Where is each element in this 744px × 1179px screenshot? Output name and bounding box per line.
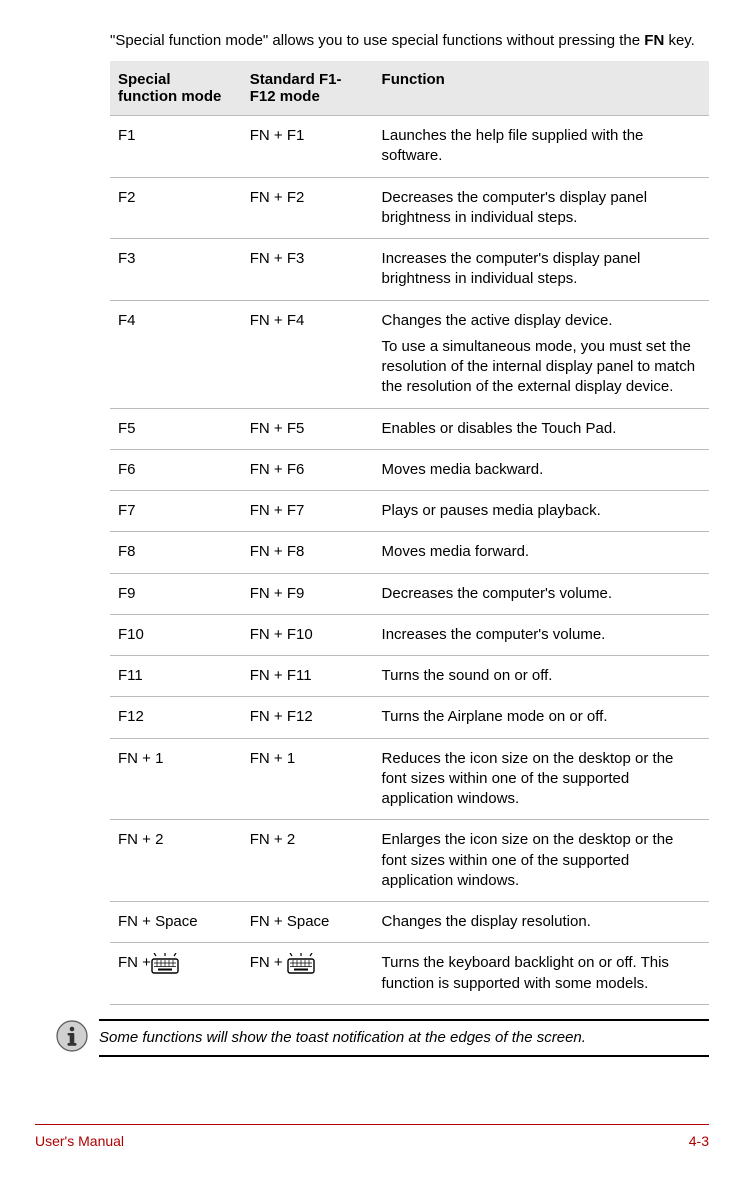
cell-special-mode: FN + 2 <box>110 820 242 902</box>
table-row: F3FN + F3Increases the computer's displa… <box>110 239 709 301</box>
cell-standard-mode: FN + F2 <box>242 177 374 239</box>
cell-standard-mode: FN + F7 <box>242 491 374 532</box>
cell-special-mode: F11 <box>110 656 242 697</box>
cell-standard-mode: FN + F12 <box>242 697 374 738</box>
table-row: FN +FN + Turns the keyboard backlight on… <box>110 943 709 1005</box>
cell-standard-mode: FN + Space <box>242 902 374 943</box>
keyboard-backlight-icon <box>151 953 179 973</box>
cell-special-mode: F5 <box>110 408 242 449</box>
cell-standard-mode: FN + F1 <box>242 116 374 178</box>
table-row: FN + 2FN + 2Enlarges the icon size on th… <box>110 820 709 902</box>
cell-function-extra: To use a simultaneous mode, you must set… <box>382 337 701 398</box>
cell-special-mode: FN + Space <box>110 902 242 943</box>
cell-standard-mode: FN + F4 <box>242 300 374 408</box>
cell-special-mode: F4 <box>110 300 242 408</box>
table-row: F11FN + F11Turns the sound on or off. <box>110 656 709 697</box>
cell-function: Reduces the icon size on the desktop or … <box>374 738 709 820</box>
note-text: Some functions will show the toast notif… <box>99 1019 709 1057</box>
table-row: F6FN + F6Moves media backward. <box>110 449 709 490</box>
cell-standard-mode: FN + F6 <box>242 449 374 490</box>
cell-special-mode: F3 <box>110 239 242 301</box>
cell-standard-mode: FN + F5 <box>242 408 374 449</box>
header-col3: Function <box>374 61 709 116</box>
footer-left: User's Manual <box>35 1133 124 1149</box>
cell-special-mode: FN + <box>110 943 242 1005</box>
cell-function: Launches the help file supplied with the… <box>374 116 709 178</box>
intro-part2: key. <box>664 32 695 49</box>
cell-standard-mode: FN + F10 <box>242 614 374 655</box>
cell-function: Enables or disables the Touch Pad. <box>374 408 709 449</box>
cell-standard-mode: FN + <box>242 943 374 1005</box>
cell-special-mode: F7 <box>110 491 242 532</box>
cell-function: Enlarges the icon size on the desktop or… <box>374 820 709 902</box>
cell-standard-mode: FN + F11 <box>242 656 374 697</box>
cell-function: Increases the computer's display panel b… <box>374 239 709 301</box>
table-row: F10FN + F10Increases the computer's volu… <box>110 614 709 655</box>
table-row: F4FN + F4Changes the active display devi… <box>110 300 709 408</box>
cell-function: Turns the sound on or off. <box>374 656 709 697</box>
table-row: FN + 1FN + 1Reduces the icon size on the… <box>110 738 709 820</box>
cell-special-mode: F12 <box>110 697 242 738</box>
cell-special-mode: F10 <box>110 614 242 655</box>
keyboard-backlight-icon <box>287 953 315 973</box>
header-col2: Standard F1-F12 mode <box>242 61 374 116</box>
cell-function: Increases the computer's volume. <box>374 614 709 655</box>
table-row: F12FN + F12Turns the Airplane mode on or… <box>110 697 709 738</box>
cell-function: Turns the Airplane mode on or off. <box>374 697 709 738</box>
footer-right: 4-3 <box>689 1133 709 1149</box>
cell-special-mode: F1 <box>110 116 242 178</box>
cell-special-mode: F8 <box>110 532 242 573</box>
header-col1: Special function mode <box>110 61 242 116</box>
cell-special-mode: F2 <box>110 177 242 239</box>
info-icon <box>55 1019 89 1053</box>
cell-function: Moves media backward. <box>374 449 709 490</box>
cell-function: Turns the keyboard backlight on or off. … <box>374 943 709 1005</box>
intro-bold: FN <box>644 32 664 49</box>
cell-special-mode: F9 <box>110 573 242 614</box>
cell-special-mode: F6 <box>110 449 242 490</box>
cell-standard-mode: FN + F8 <box>242 532 374 573</box>
intro-part1: "Special function mode" allows you to us… <box>110 32 644 49</box>
page-footer: User's Manual 4-3 <box>35 1124 709 1149</box>
cell-standard-mode: FN + 2 <box>242 820 374 902</box>
table-row: F1FN + F1Launches the help file supplied… <box>110 116 709 178</box>
table-row: F8FN + F8Moves media forward. <box>110 532 709 573</box>
cell-function: Moves media forward. <box>374 532 709 573</box>
table-row: FN + SpaceFN + SpaceChanges the display … <box>110 902 709 943</box>
note-row: Some functions will show the toast notif… <box>55 1019 709 1057</box>
cell-special-mode: FN + 1 <box>110 738 242 820</box>
cell-function: Changes the active display device.To use… <box>374 300 709 408</box>
cell-function: Decreases the computer's display panel b… <box>374 177 709 239</box>
function-key-table: Special function mode Standard F1-F12 mo… <box>110 61 709 1005</box>
cell-standard-mode: FN + F3 <box>242 239 374 301</box>
cell-function: Changes the display resolution. <box>374 902 709 943</box>
table-row: F5FN + F5Enables or disables the Touch P… <box>110 408 709 449</box>
cell-standard-mode: FN + 1 <box>242 738 374 820</box>
intro-paragraph: "Special function mode" allows you to us… <box>110 30 709 51</box>
cell-standard-mode: FN + F9 <box>242 573 374 614</box>
table-row: F2FN + F2Decreases the computer's displa… <box>110 177 709 239</box>
cell-function: Decreases the computer's volume. <box>374 573 709 614</box>
cell-function: Plays or pauses media playback. <box>374 491 709 532</box>
table-row: F7FN + F7Plays or pauses media playback. <box>110 491 709 532</box>
table-row: F9FN + F9Decreases the computer's volume… <box>110 573 709 614</box>
